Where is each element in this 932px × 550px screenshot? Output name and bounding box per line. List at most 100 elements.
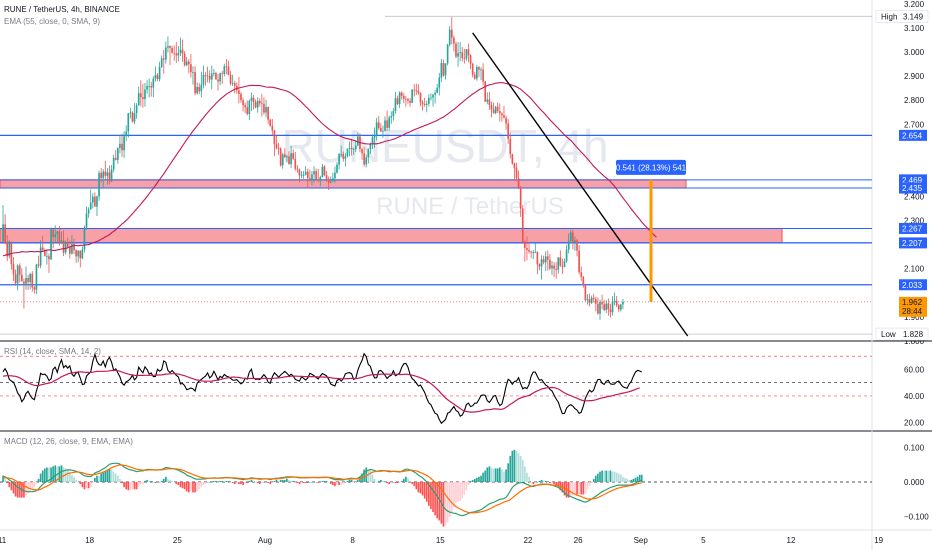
candle-body bbox=[194, 72, 196, 94]
macd-histogram-bar bbox=[283, 479, 286, 482]
macd-histogram-bar bbox=[6, 482, 9, 484]
candle-body bbox=[48, 256, 50, 260]
candle-body bbox=[613, 300, 616, 302]
candle-body bbox=[346, 148, 349, 157]
time-tick-label: 11 bbox=[0, 536, 7, 545]
candle-body bbox=[469, 55, 472, 64]
macd-histogram-bar bbox=[146, 479, 148, 482]
macd-histogram-bar bbox=[607, 470, 610, 482]
macd-histogram-bar bbox=[69, 472, 71, 482]
candle-body bbox=[292, 153, 295, 159]
macd-histogram-bar bbox=[227, 480, 230, 482]
candle-body bbox=[50, 229, 52, 260]
macd-histogram-bar bbox=[300, 482, 303, 484]
macd-histogram-bar bbox=[446, 482, 449, 523]
candle-body bbox=[302, 174, 305, 176]
candle-body bbox=[35, 264, 38, 290]
macd-histogram-bar bbox=[23, 482, 25, 498]
trading-chart[interactable]: RUNEUSDT, 4h RUNE / TetherUS 0.541 (28.1… bbox=[0, 0, 932, 550]
candle-body bbox=[169, 46, 171, 49]
macd-legend[interactable]: MACD (12, 26, close, 9, EMA, EMA) bbox=[4, 437, 133, 446]
candle-body bbox=[131, 112, 134, 122]
macd-histogram-bar bbox=[309, 482, 311, 483]
macd-histogram-bar bbox=[357, 479, 359, 482]
macd-histogram-bar bbox=[622, 476, 624, 482]
symbol-legend[interactable]: RUNE / TetherUS, 4h, BINANCE bbox=[4, 5, 120, 14]
macd-histogram-bar bbox=[139, 482, 142, 486]
macd-histogram-bar bbox=[46, 467, 48, 482]
candle-body bbox=[219, 73, 221, 82]
time-tick-label: 25 bbox=[173, 536, 182, 545]
candle-body bbox=[615, 300, 618, 306]
macd-histogram-bar bbox=[114, 473, 117, 482]
macd-histogram-bar bbox=[478, 476, 480, 482]
candle-body bbox=[515, 168, 518, 179]
macd-histogram-bar bbox=[505, 469, 507, 482]
macd-histogram-bar bbox=[526, 472, 528, 482]
candle-body bbox=[104, 171, 107, 176]
macd-histogram-bar bbox=[275, 479, 278, 482]
price-tag: 2.267 bbox=[902, 224, 923, 233]
macd-histogram-bar bbox=[221, 480, 224, 482]
candle-body bbox=[52, 229, 54, 238]
price-tag: 2.033 bbox=[902, 281, 923, 290]
macd-histogram-bar bbox=[298, 482, 301, 485]
macd-histogram-bar bbox=[175, 482, 178, 485]
macd-histogram-bar bbox=[325, 480, 328, 482]
macd-histogram-bar bbox=[498, 467, 501, 482]
ema-legend[interactable]: EMA (55, close, 0, SMA, 9) bbox=[4, 17, 100, 26]
candle-body bbox=[135, 105, 138, 114]
macd-histogram-bar bbox=[459, 482, 461, 501]
candle-body bbox=[455, 43, 457, 57]
candle-body bbox=[490, 105, 493, 110]
candle-body bbox=[317, 179, 320, 181]
macd-histogram-bar bbox=[167, 478, 169, 482]
macd-histogram-bar bbox=[286, 478, 288, 482]
macd-histogram-bar bbox=[35, 482, 38, 485]
macd-histogram-bar bbox=[398, 482, 401, 484]
candle-body bbox=[64, 242, 67, 253]
candle-body bbox=[33, 287, 36, 290]
macd-histogram-bar bbox=[576, 482, 578, 495]
macd-histogram-bar bbox=[402, 478, 405, 482]
candle-body bbox=[338, 154, 340, 165]
macd-histogram-bar bbox=[578, 482, 580, 495]
rsi-tick-label: 40.00 bbox=[904, 392, 925, 401]
candle-body bbox=[152, 78, 155, 88]
low-tag-value: 1.828 bbox=[903, 330, 924, 339]
rsi-tick-label: 20.00 bbox=[904, 418, 925, 427]
candle-body bbox=[110, 169, 113, 182]
candle-body bbox=[58, 231, 61, 244]
macd-histogram-bar bbox=[258, 482, 261, 485]
macd-tick-label: 0.100 bbox=[904, 443, 925, 452]
rsi-legend[interactable]: RSI (14, close, SMA, 14, 2) bbox=[4, 347, 101, 356]
macd-histogram-bar bbox=[60, 465, 63, 482]
candle-body bbox=[165, 47, 167, 60]
candle-body bbox=[256, 100, 259, 108]
candle-body bbox=[528, 249, 530, 252]
macd-histogram-bar bbox=[634, 477, 637, 482]
candle-body bbox=[421, 102, 424, 105]
macd-histogram-bar bbox=[354, 482, 357, 483]
candle-body bbox=[210, 73, 213, 80]
macd-histogram-bar bbox=[377, 480, 380, 482]
macd-histogram-bar bbox=[154, 482, 157, 484]
macd-histogram-bar bbox=[488, 466, 491, 482]
candle-body bbox=[190, 64, 192, 73]
candle-body bbox=[100, 172, 102, 179]
candle-body bbox=[409, 100, 411, 103]
candle-body bbox=[507, 123, 509, 139]
macd-histogram-bar bbox=[415, 482, 418, 490]
candle-body bbox=[448, 29, 451, 45]
candle-body bbox=[390, 116, 393, 118]
candle-body bbox=[352, 149, 355, 150]
candle-body bbox=[20, 274, 23, 282]
macd-histogram-bar bbox=[75, 479, 77, 482]
candle-body bbox=[480, 69, 482, 71]
candle-body bbox=[321, 166, 324, 177]
candle-body bbox=[91, 196, 94, 203]
macd-histogram-bar bbox=[584, 482, 587, 494]
candle-body bbox=[488, 99, 491, 106]
price-tag: 2.207 bbox=[902, 239, 923, 248]
macd-histogram-bar bbox=[127, 482, 130, 491]
